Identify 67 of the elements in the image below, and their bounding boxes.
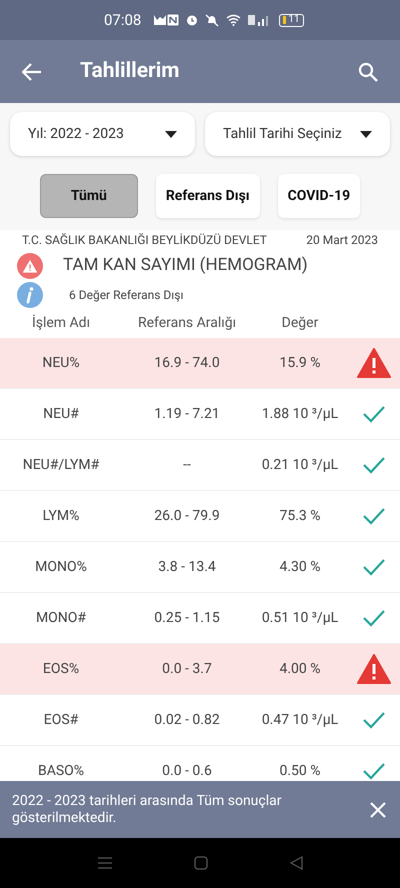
test-name: EOS% <box>42 660 80 678</box>
image-icon <box>153 14 168 26</box>
menu-icon[interactable] <box>98 857 112 869</box>
warning-icon <box>357 348 391 378</box>
filter-tab[interactable]: COVID-19 <box>278 174 360 218</box>
column-header: Referans Aralığı <box>136 314 238 332</box>
test-name: LYM% <box>42 506 80 526</box>
test-value: 0.47 10 ³/µL <box>260 710 340 730</box>
test-value: 0.50 % <box>278 762 322 780</box>
battery-indicator: 11 <box>279 14 304 26</box>
snackbar-message: 2022 - 2023 tarihleri arasında Tüm sonuçlar gösterilmektedir. <box>12 792 282 826</box>
test-value: 0.51 10 ³/µL <box>260 608 340 628</box>
page-title: Tahlillerim <box>80 58 180 85</box>
reference-range: 0.25 - 1.15 <box>153 608 221 628</box>
back-arrow-icon[interactable] <box>22 62 42 80</box>
clock: 07:08 <box>104 10 142 31</box>
check-icon <box>363 762 385 780</box>
check-icon <box>363 507 385 525</box>
info-text: 6 Değer Referans Dışı <box>69 287 184 304</box>
check-icon <box>363 456 385 474</box>
dropdown[interactable]: Yıl: 2022 - 2023 <box>10 112 195 156</box>
test-value: 4.30 % <box>278 558 322 576</box>
test-name: MONO% <box>34 558 88 576</box>
nfc-icon <box>167 14 180 26</box>
test-name: EOS# <box>42 710 80 730</box>
hospital-name: T.C. SAĞLIK BAKANLIĞI BEYLİKDÜZÜ DEVLET <box>22 232 267 249</box>
column-header: İşlem Adı <box>30 314 92 332</box>
dropdown[interactable]: Tahlil Tarihi Seçiniz <box>205 112 390 156</box>
test-name: NEU% <box>41 354 81 372</box>
test-value: 0.21 10 ³/µL <box>260 456 340 474</box>
test-name: NEU#/LYM# <box>22 456 100 474</box>
reference-range: 0.02 - 0.82 <box>153 710 221 730</box>
check-icon <box>363 711 385 729</box>
check-icon <box>363 609 385 627</box>
filter-tab[interactable]: Referans Dışı <box>156 174 260 218</box>
reference-range: 26.0 - 79.9 <box>153 506 221 526</box>
test-value: 15.9 % <box>278 354 322 372</box>
column-header: Değer <box>280 314 320 332</box>
warning-icon <box>357 654 391 684</box>
test-value: 1.88 10 ³/µL <box>260 404 340 424</box>
reference-range: 0.0 - 3.7 <box>161 660 213 678</box>
test-name: NEU# <box>42 404 80 424</box>
home-icon[interactable] <box>194 856 208 870</box>
filter-tab[interactable]: Tümü <box>40 174 138 218</box>
test-name: MONO# <box>34 608 88 628</box>
warning-icon <box>23 260 37 272</box>
report-date: 20 Mart 2023 <box>306 232 378 249</box>
test-name: BASO% <box>36 762 86 780</box>
reference-range: 3.8 - 13.4 <box>157 558 217 576</box>
search-icon[interactable] <box>358 62 378 82</box>
test-value: 4.00 % <box>278 660 322 678</box>
back-icon[interactable] <box>290 856 302 870</box>
info-icon <box>17 282 43 308</box>
reference-range: 16.9 - 74.0 <box>153 354 221 372</box>
test-value: 75.3 % <box>278 506 322 526</box>
reference-range: -- <box>182 456 192 474</box>
test-title: TAM KAN SAYIMI (HEMOGRAM) <box>63 254 308 278</box>
muted-bell-icon <box>205 14 220 26</box>
reference-range: 0.0 - 0.6 <box>161 762 213 780</box>
caret-icon <box>360 130 372 138</box>
wifi-icon <box>226 14 242 26</box>
close-icon[interactable] <box>370 802 386 818</box>
check-icon <box>363 405 385 423</box>
reference-range: 1.19 - 7.21 <box>153 404 221 424</box>
alarm-icon <box>186 14 198 26</box>
check-icon <box>363 558 385 576</box>
caret-icon <box>165 130 177 138</box>
